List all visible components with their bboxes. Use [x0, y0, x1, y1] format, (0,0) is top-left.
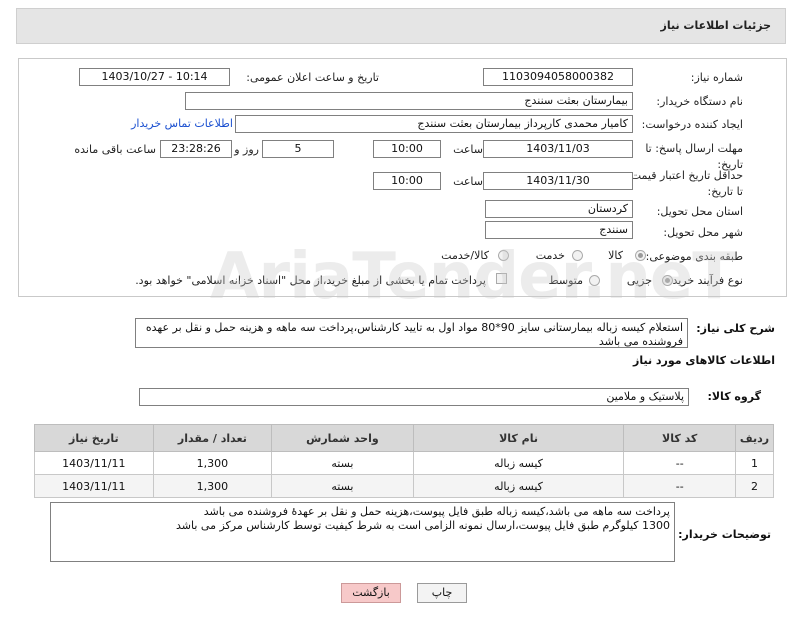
col-qty: تعداد / مقدار — [152, 424, 273, 452]
watermark-logo: AriaTender.neT — [210, 240, 736, 314]
table-row: 1 -- کیسه زباله بسته 1,300 1403/11/11 — [34, 451, 774, 475]
table-row: 2 -- کیسه زباله بسته 1,300 1403/11/11 — [34, 474, 774, 498]
price-deadline-label: حداقل تاریخ اعتبار قیمت: تا تاریخ: — [627, 169, 743, 198]
price-time-field: 10:00 — [373, 172, 441, 190]
print-button[interactable]: چاپ — [417, 583, 467, 603]
cell-date: 1403/11/11 — [34, 474, 154, 498]
buyer-contact-link[interactable]: اطلاعات تماس خریدار — [131, 117, 233, 130]
goods-table-header: ردیف کد کالا نام کالا واحد شمارش تعداد /… — [34, 424, 774, 452]
province-label: استان محل تحویل: — [656, 205, 743, 218]
send-time-label: ساعت — [453, 143, 483, 156]
cell-name: کیسه زباله — [412, 474, 625, 498]
cell-unit: بسته — [271, 451, 414, 475]
remaining-label: ساعت باقی مانده — [74, 143, 156, 156]
announce-field: 1403/10/27 - 10:14 — [79, 68, 230, 86]
announce-label: تاریخ و ساعت اعلان عمومی: — [246, 71, 379, 84]
col-row: ردیف — [735, 424, 774, 452]
cell-code: -- — [623, 474, 737, 498]
price-time-label: ساعت — [453, 175, 483, 188]
cell-row: 1 — [735, 451, 774, 475]
buyer-notes-field: پرداخت سه ماهه می باشد،کیسه زباله طبق فا… — [50, 502, 675, 562]
need-number-label: شماره نیاز: — [690, 71, 743, 84]
cell-qty: 1,300 — [152, 474, 273, 498]
goods-group-label: گروه کالا: — [707, 390, 761, 403]
col-code: کد کالا — [623, 424, 737, 452]
need-number-field: 1103094058000382 — [483, 68, 633, 86]
goods-table: ردیف کد کالا نام کالا واحد شمارش تعداد /… — [34, 424, 774, 498]
buyer-notes-label: توضیحات خریدار: — [678, 528, 771, 541]
buyer-field: بیمارستان بعثت سنندج — [185, 92, 633, 110]
col-name: نام کالا — [412, 424, 625, 452]
send-time-field: 10:00 — [373, 140, 441, 158]
send-date-field: 1403/11/03 — [483, 140, 633, 158]
remaining-time-field: 23:28:26 — [160, 140, 232, 158]
cell-row: 2 — [735, 474, 774, 498]
page-header: جزئیات اطلاعات نیاز — [16, 8, 786, 44]
cell-name: کیسه زباله — [412, 451, 625, 475]
days-label: روز و — [234, 143, 259, 156]
cell-unit: بسته — [271, 474, 414, 498]
city-field: سنندج — [485, 221, 633, 239]
buyer-label: نام دستگاه خریدار: — [656, 95, 743, 108]
cell-date: 1403/11/11 — [34, 451, 154, 475]
province-field: کردستان — [485, 200, 633, 218]
goods-section-title: اطلاعات کالاهای مورد نیاز — [633, 354, 775, 367]
price-date-field: 1403/11/30 — [483, 172, 633, 190]
creator-label: ایجاد کننده درخواست: — [641, 118, 743, 131]
cell-code: -- — [623, 451, 737, 475]
general-desc-field: استعلام کیسه زباله بیمارستانی سایز 90*80… — [135, 318, 688, 348]
col-date: تاریخ نیاز — [34, 424, 154, 452]
col-unit: واحد شمارش — [271, 424, 414, 452]
page-title: جزئیات اطلاعات نیاز — [660, 19, 772, 32]
back-button[interactable]: بازگشت — [341, 583, 401, 603]
city-label: شهر محل تحویل: — [663, 226, 743, 239]
goods-group-field: پلاستیک و ملامین — [139, 388, 689, 406]
creator-field: کامیار محمدی کارپرداز بیمارستان بعثت سنن… — [235, 115, 633, 133]
days-field: 5 — [262, 140, 334, 158]
cell-qty: 1,300 — [152, 451, 273, 475]
general-desc-label: شرح کلی نیاز: — [696, 322, 775, 335]
